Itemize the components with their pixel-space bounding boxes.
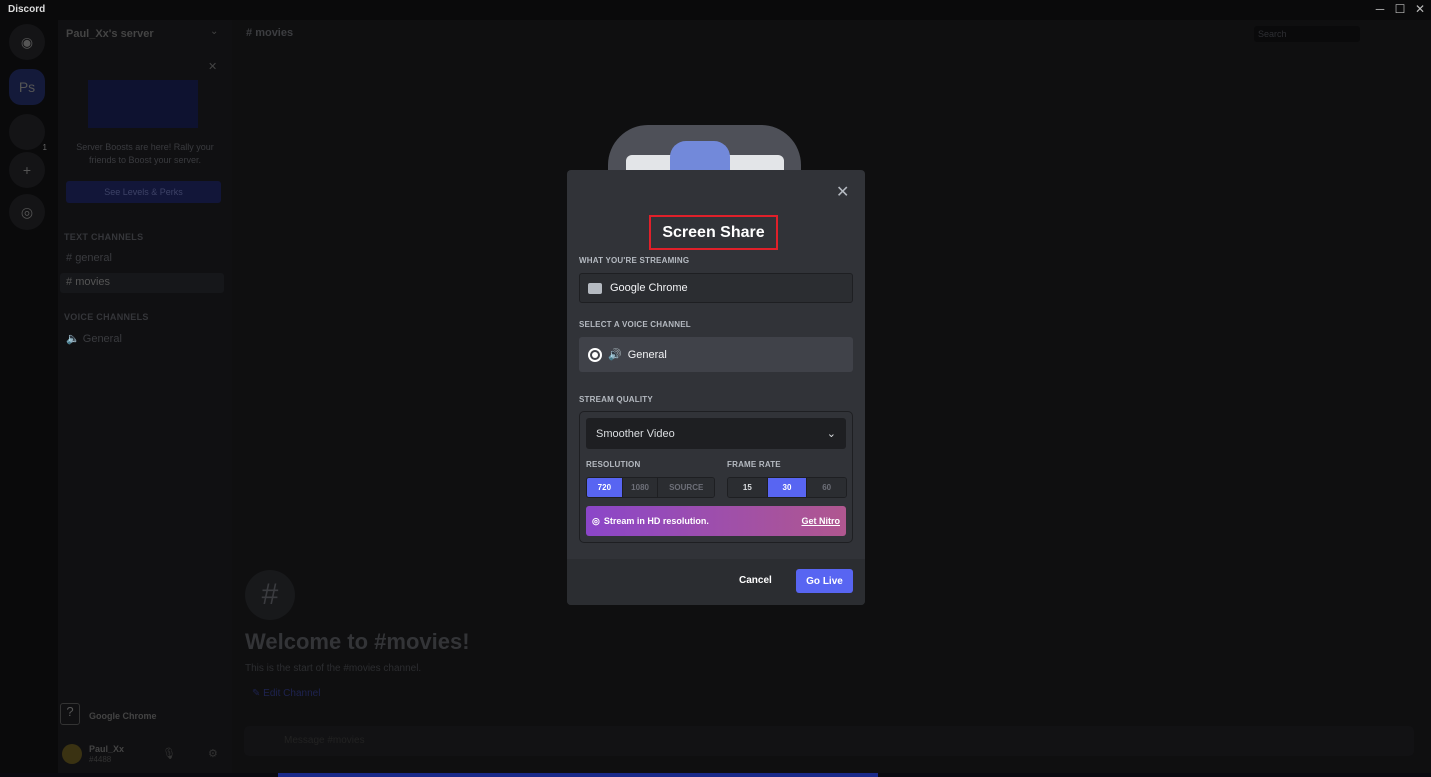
voice-channel-general[interactable]: 🔈 General	[66, 332, 122, 345]
framerate-60[interactable]: 60	[807, 478, 846, 497]
text-channels-category[interactable]: TEXT CHANNELS	[64, 232, 143, 242]
close-icon[interactable]: ✕	[208, 60, 217, 73]
hash-icon: #	[245, 570, 295, 620]
channel-sidebar: Paul_Xx's server ⌄ ✕ Server Boosts are h…	[58, 20, 232, 773]
title-bar: Discord ─ ☐ ✕	[0, 0, 1431, 20]
resolution-720[interactable]: 720	[587, 478, 623, 497]
streaming-label: WHAT YOU'RE STREAMING	[579, 256, 690, 265]
edit-label: Edit Channel	[263, 688, 321, 699]
mic-icon[interactable]: 🎙	[162, 747, 176, 760]
edit-channel-link[interactable]: ✎ Edit Channel	[252, 688, 320, 699]
gear-icon[interactable]: ⚙	[208, 747, 218, 760]
message-input[interactable]: Message #movies	[244, 726, 1414, 756]
discord-home-icon[interactable]: ◉	[9, 24, 45, 60]
chevron-down-icon: ⌄	[826, 428, 836, 440]
frame-rate-label: FRAME RATE	[727, 460, 781, 469]
avatar[interactable]	[62, 744, 82, 764]
get-nitro-link[interactable]: Get Nitro	[801, 516, 840, 526]
quality-panel: Smoother Video ⌄ RESOLUTION 720 1080 SOUR…	[579, 411, 853, 543]
header-channel-name: movies	[255, 27, 294, 39]
boost-illustration	[88, 80, 198, 128]
taskbar	[0, 773, 1431, 777]
stream-quality-label: STREAM QUALITY	[579, 395, 653, 404]
see-levels-button[interactable]: See Levels & Perks	[66, 181, 221, 203]
resolution-label: RESOLUTION	[586, 460, 641, 469]
boost-text: Server Boosts are here! Rally your frien…	[76, 142, 214, 165]
app-icon: ?	[60, 703, 80, 725]
chevron-down-icon[interactable]: ⌄	[210, 26, 218, 37]
speaker-icon: 🔊	[608, 349, 622, 361]
user-tag: #4488	[89, 755, 112, 764]
radio-selected-icon[interactable]	[588, 347, 602, 362]
app-title: Discord	[8, 4, 46, 15]
username: Paul_Xx	[89, 744, 125, 754]
quality-value: Smoother Video	[596, 427, 675, 440]
search-input[interactable]: Search	[1254, 26, 1360, 42]
add-server-button[interactable]: +	[9, 152, 45, 188]
welcome-title: Welcome to #movies!	[245, 629, 470, 654]
nitro-text: Stream in HD resolution.	[603, 516, 709, 526]
modal-footer: Cancel Go Live	[567, 559, 865, 605]
minimize-button[interactable]: ─	[1370, 2, 1390, 16]
channel-header: # movies	[246, 27, 294, 39]
server-label: Ps	[18, 79, 36, 95]
cancel-button[interactable]: Cancel	[739, 575, 772, 586]
window-icon	[588, 282, 602, 294]
resolution-source[interactable]: SOURCE	[658, 478, 714, 497]
welcome-subtitle: This is the start of the #movies channel…	[245, 663, 422, 674]
channel-movies[interactable]: # movies	[60, 273, 224, 293]
streaming-app: Google Chrome	[89, 711, 157, 721]
close-window-button[interactable]: ✕	[1410, 2, 1430, 16]
modal-title: Screen Share	[649, 215, 778, 250]
voice-channel-option[interactable]: 🔊 General	[579, 337, 853, 372]
streaming-value: Google Chrome	[610, 282, 688, 294]
channel-label: movies	[75, 276, 111, 288]
channel-general[interactable]: # general	[66, 252, 112, 264]
server-name[interactable]: Paul_Xx's server	[66, 28, 154, 40]
voice-channels-category[interactable]: VOICE CHANNELS	[64, 312, 149, 322]
resolution-selector: 720 1080 SOURCE	[586, 477, 715, 498]
close-icon[interactable]: ✕	[836, 182, 849, 202]
go-live-button[interactable]: Go Live	[796, 569, 853, 593]
framerate-30[interactable]: 30	[767, 478, 808, 497]
channel-label: general	[75, 252, 112, 264]
quality-dropdown[interactable]: Smoother Video ⌄	[586, 418, 846, 449]
screen-share-modal: ✕ Screen Share WHAT YOU'RE STREAMING Goo…	[567, 170, 865, 605]
server-rail: ◉ Ps 1 + ◎	[0, 20, 58, 773]
channel-label: General	[82, 333, 122, 345]
frame-rate-selector: 15 30 60	[727, 477, 847, 498]
framerate-15[interactable]: 15	[728, 478, 768, 497]
maximize-button[interactable]: ☐	[1390, 2, 1410, 16]
voice-channel-value: General	[627, 348, 667, 361]
badge: 1	[42, 143, 47, 152]
streaming-source[interactable]: Google Chrome	[579, 273, 853, 303]
nitro-upsell: ◎ Stream in HD resolution. Get Nitro	[586, 506, 846, 536]
server-ps[interactable]: Ps	[9, 69, 45, 105]
server-2[interactable]: 1	[9, 114, 47, 152]
voice-channel-label: SELECT A VOICE CHANNEL	[579, 320, 691, 329]
nitro-icon: ◎	[592, 515, 600, 526]
explore-icon[interactable]: ◎	[9, 194, 45, 230]
resolution-1080[interactable]: 1080	[622, 478, 659, 497]
